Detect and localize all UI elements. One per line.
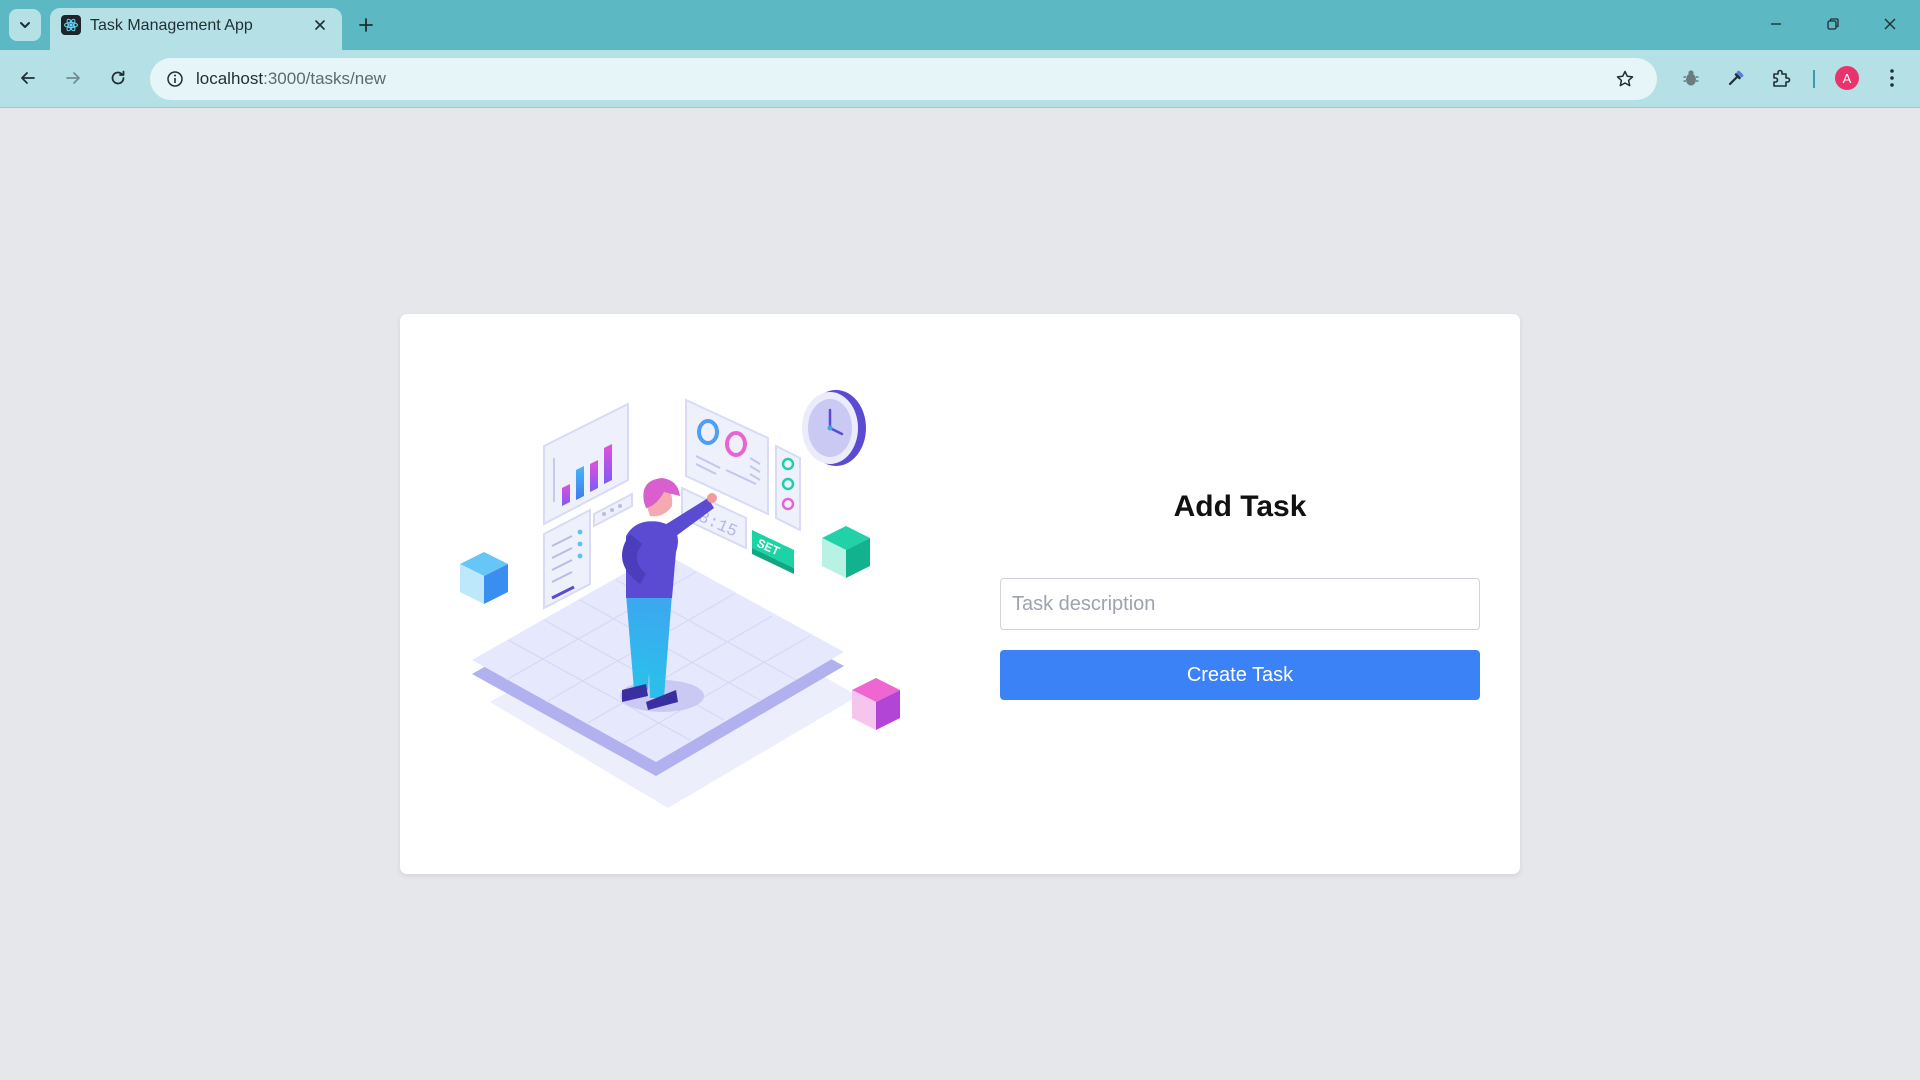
create-task-button[interactable]: Create Task: [1000, 650, 1480, 700]
restore-button[interactable]: [1815, 8, 1851, 40]
eyedropper-icon: [1728, 70, 1744, 86]
reload-button[interactable]: [101, 61, 135, 95]
task-description-input[interactable]: [1000, 578, 1480, 630]
set-tag: SET: [752, 530, 794, 574]
minimize-icon: [1771, 23, 1781, 25]
dots-panel: [593, 492, 633, 528]
extension-bug-button[interactable]: [1674, 61, 1708, 95]
blue-cube: [460, 552, 508, 604]
chevron-down-icon: [20, 22, 30, 28]
arrow-right-icon: [66, 72, 80, 84]
url-text: localhost:3000/tasks/new: [196, 69, 386, 89]
new-tab-button[interactable]: [352, 11, 380, 39]
restore-icon: [1827, 18, 1839, 30]
reload-icon: [111, 70, 125, 85]
address-bar[interactable]: localhost:3000/tasks/new: [150, 58, 1657, 100]
url-path: :3000/tasks/new: [263, 69, 386, 88]
forward-button[interactable]: [56, 61, 90, 95]
tab-title: Task Management App: [90, 17, 253, 34]
browser-tab-active[interactable]: Task Management App: [50, 8, 342, 50]
react-icon: [61, 15, 81, 35]
extensions-button[interactable]: [1764, 61, 1798, 95]
close-window-button[interactable]: [1872, 8, 1908, 40]
close-icon: [315, 20, 325, 30]
add-task-card: 08:15 SET Add Task Create Task: [400, 314, 1520, 874]
task-management-illustration: 08:15 SET: [460, 390, 900, 808]
bookmark-button[interactable]: [1611, 65, 1639, 93]
tab-close-button[interactable]: [308, 13, 332, 37]
info-icon: [167, 71, 183, 87]
profile-avatar[interactable]: A: [1835, 66, 1859, 90]
url-host: localhost: [196, 69, 264, 88]
site-info-button[interactable]: [160, 64, 190, 94]
add-task-form: Add Task Create Task: [1000, 314, 1480, 874]
browser-toolbar: localhost:3000/tasks/new: [0, 50, 1920, 108]
tab-search-button[interactable]: [9, 9, 41, 41]
close-icon: [1884, 18, 1896, 30]
star-icon: [1616, 70, 1634, 87]
toolbar-separator: [1813, 70, 1815, 88]
extension-eyedropper-button[interactable]: [1719, 61, 1753, 95]
pink-cube: [852, 678, 900, 730]
clock-illustration: [802, 390, 866, 466]
more-vertical-icon: [1890, 69, 1894, 87]
arrow-left-icon: [21, 72, 35, 84]
teal-cube: [822, 526, 870, 578]
minimize-button[interactable]: [1758, 8, 1794, 40]
back-button[interactable]: [11, 61, 45, 95]
browser-menu-button[interactable]: [1875, 61, 1909, 95]
plus-icon: [359, 18, 373, 32]
puzzle-icon: [1773, 69, 1791, 87]
checklist-panel: [543, 508, 591, 610]
bug-icon: [1683, 70, 1699, 86]
tab-strip: Task Management App: [0, 0, 1920, 50]
page-title: Add Task: [1173, 490, 1307, 523]
ring-list-panel: [775, 444, 801, 532]
